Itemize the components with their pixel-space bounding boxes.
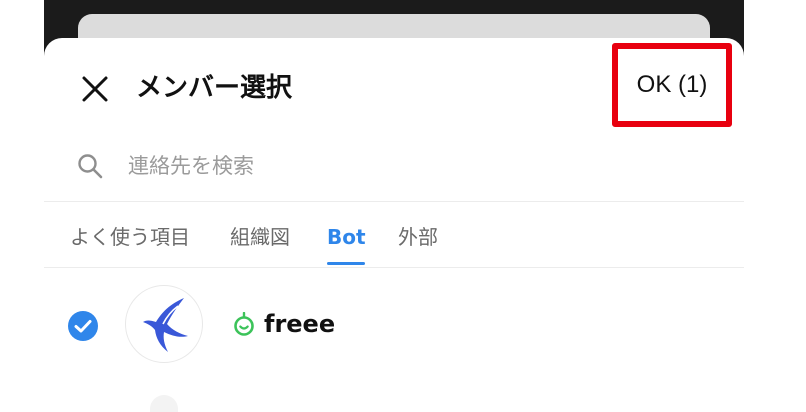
search-input[interactable]: 連絡先を検索 xyxy=(128,148,708,184)
avatar xyxy=(125,285,203,363)
swallow-logo-icon xyxy=(143,298,188,352)
tab-org-chart[interactable]: 組織図 xyxy=(230,222,290,252)
check-circle-icon[interactable] xyxy=(67,310,99,342)
tab-external[interactable]: 外部 xyxy=(398,222,438,252)
tab-bot[interactable]: Bot xyxy=(327,222,366,252)
search-icon xyxy=(78,154,103,179)
divider xyxy=(44,267,744,268)
active-tab-indicator xyxy=(327,262,365,265)
page-title: メンバー選択 xyxy=(136,73,293,103)
member-name: freee xyxy=(264,310,336,338)
ok-button[interactable]: OK (1) xyxy=(612,43,732,127)
bot-icon xyxy=(234,312,254,336)
divider xyxy=(44,201,744,202)
member-select-screen: メンバー選択 OK (1) 連絡先を検索 よく使う項目 組織図 Bot 外部 f… xyxy=(0,0,806,412)
close-icon[interactable] xyxy=(80,75,110,103)
tab-favorites[interactable]: よく使う項目 xyxy=(70,222,190,252)
